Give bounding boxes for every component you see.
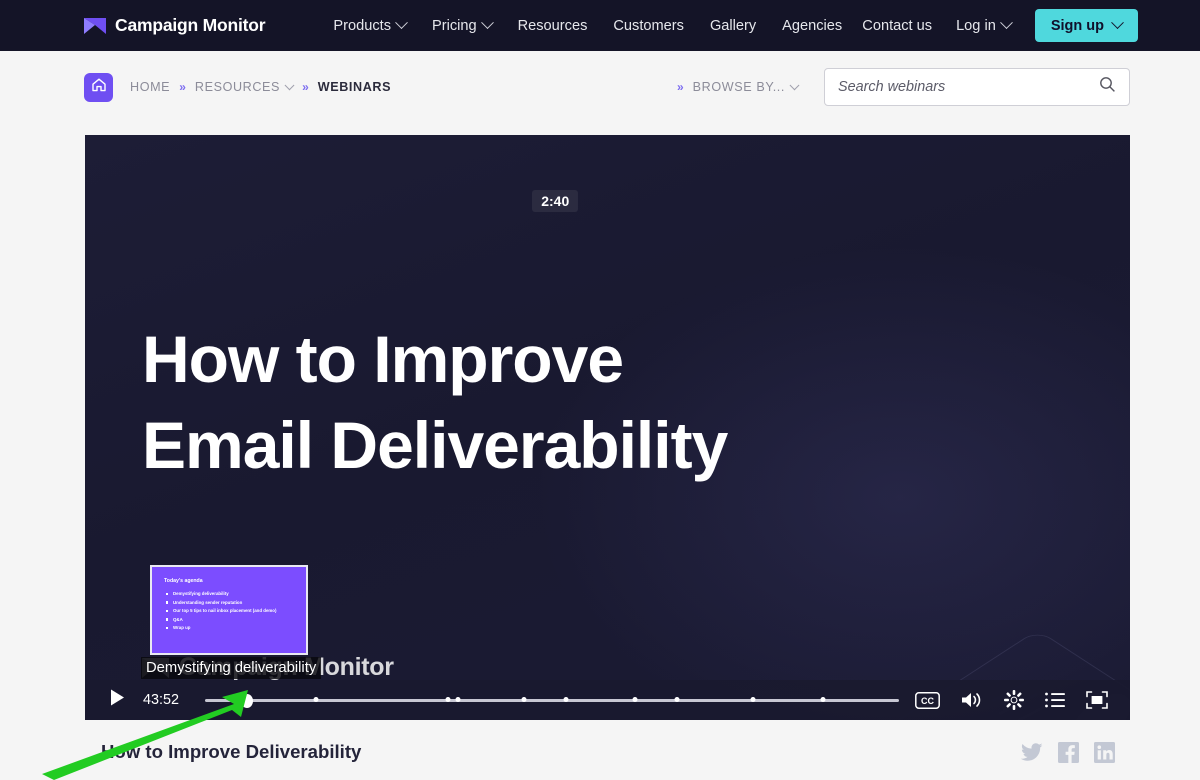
browse-by-control: » BROWSE BY... [676, 79, 800, 94]
house-icon [91, 77, 107, 98]
play-icon [110, 689, 125, 711]
secondary-nav-links: Contact us Log in Sign up [862, 9, 1138, 42]
video-caption: Demystifying deliverability [141, 657, 322, 679]
preview-slide-bullets: Demystifying deliverability Understandin… [166, 591, 306, 630]
chevron-down-icon [480, 16, 494, 30]
search-input[interactable] [838, 79, 1099, 95]
breadcrumb-bar: HOME » RESOURCES » WEBINARS » BROWSE BY.… [0, 51, 1200, 123]
sign-up-label: Sign up [1050, 17, 1104, 34]
chapter-marker [455, 696, 461, 702]
current-time-label: 43:52 [143, 692, 180, 708]
chapter-marker [521, 696, 527, 702]
captions-icon[interactable]: CC [915, 691, 940, 709]
home-button[interactable] [84, 72, 113, 102]
page-title: How to Improve Deliverability [101, 741, 362, 762]
preview-bullet: Wrap up [166, 625, 306, 630]
breadcrumb-item-webinars: WEBINARS [317, 80, 392, 94]
breadcrumb-separator: » [302, 80, 309, 94]
fullscreen-icon[interactable] [1086, 691, 1108, 709]
chevron-down-icon [284, 79, 295, 90]
preview-bullet: Q&A [166, 617, 306, 622]
envelope-logo-icon [84, 17, 106, 34]
linkedin-icon[interactable] [1094, 741, 1115, 763]
twitter-icon[interactable] [1021, 742, 1043, 762]
chapter-marker [563, 696, 569, 702]
nav-item-pricing[interactable]: Pricing [432, 16, 494, 34]
breadcrumb-separator: » [179, 80, 186, 94]
chapter-marker [750, 696, 756, 702]
chapter-marker [632, 696, 638, 702]
volume-icon[interactable] [961, 691, 983, 709]
chapter-marker [445, 696, 451, 702]
preview-bullet: Demystifying deliverability [166, 591, 306, 596]
nav-item-products[interactable]: Products [333, 16, 408, 34]
chapter-marker [820, 696, 826, 702]
brand-logo[interactable]: Campaign Monitor [84, 15, 266, 36]
video-footer-row: How to Improve Deliverability [0, 724, 1200, 780]
social-share-links [1021, 741, 1115, 763]
chapter-marker [313, 696, 319, 702]
nav-label: Pricing [432, 17, 477, 34]
brand-name: Campaign Monitor [115, 15, 266, 35]
search-webinars-box[interactable] [824, 68, 1130, 106]
seek-preview-timestamp: 2:40 [532, 190, 579, 212]
browse-separator: » [676, 80, 684, 94]
nav-label: Log in [956, 17, 996, 34]
preview-bullet: Understanding sender reputation [166, 600, 306, 605]
breadcrumb-item-resources[interactable]: RESOURCES [194, 79, 295, 94]
nav-item-log-in[interactable]: Log in [956, 16, 1013, 34]
video-progress-bar[interactable] [205, 680, 899, 720]
nav-item-gallery[interactable]: Gallery [710, 18, 756, 34]
nav-label: Products [333, 17, 391, 34]
seek-preview-thumbnail: Today's agenda Demystifying deliverabili… [150, 565, 308, 655]
chapter-marker [674, 696, 680, 702]
video-control-bar: 43:52 CC [85, 680, 1130, 720]
sign-up-button[interactable]: Sign up [1034, 9, 1138, 42]
primary-nav-links: Products Pricing Resources Customers Gal… [333, 16, 842, 34]
chevron-down-icon [999, 16, 1013, 30]
top-navigation-bar: Campaign Monitor Products Pricing Resour… [0, 0, 1200, 51]
breadcrumb: HOME » RESOURCES » WEBINARS [130, 79, 392, 94]
nav-item-resources[interactable]: Resources [518, 18, 588, 34]
progress-track[interactable] [205, 699, 899, 702]
browse-by-dropdown[interactable]: BROWSE BY... [692, 79, 800, 94]
chevron-down-icon [789, 79, 800, 90]
nav-item-contact-us[interactable]: Contact us [862, 18, 932, 34]
play-button[interactable] [97, 680, 137, 720]
video-slide-title: How to Improve Email Deliverability [142, 322, 728, 482]
chevron-down-icon [1111, 16, 1124, 30]
nav-item-agencies[interactable]: Agencies [782, 18, 842, 34]
player-control-icons: CC [915, 690, 1108, 710]
browse-by-label: BROWSE BY... [692, 80, 785, 94]
nav-item-customers[interactable]: Customers [613, 18, 684, 34]
progress-scrubber-handle[interactable] [240, 693, 253, 708]
preview-slide-heading: Today's agenda [164, 578, 203, 584]
settings-gear-icon[interactable] [1004, 690, 1024, 710]
video-player[interactable]: How to Improve Email Deliverability Camp… [85, 135, 1130, 720]
breadcrumb-item-home[interactable]: HOME [130, 80, 170, 94]
preview-bullet: Our top 5 tips to nail inbox placement (… [166, 608, 306, 613]
svg-text:CC: CC [921, 696, 934, 706]
search-icon[interactable] [1099, 76, 1116, 98]
chapters-list-icon[interactable] [1045, 692, 1065, 708]
breadcrumb-label: RESOURCES [194, 80, 281, 94]
facebook-icon[interactable] [1058, 741, 1079, 763]
chevron-down-icon [395, 16, 408, 30]
